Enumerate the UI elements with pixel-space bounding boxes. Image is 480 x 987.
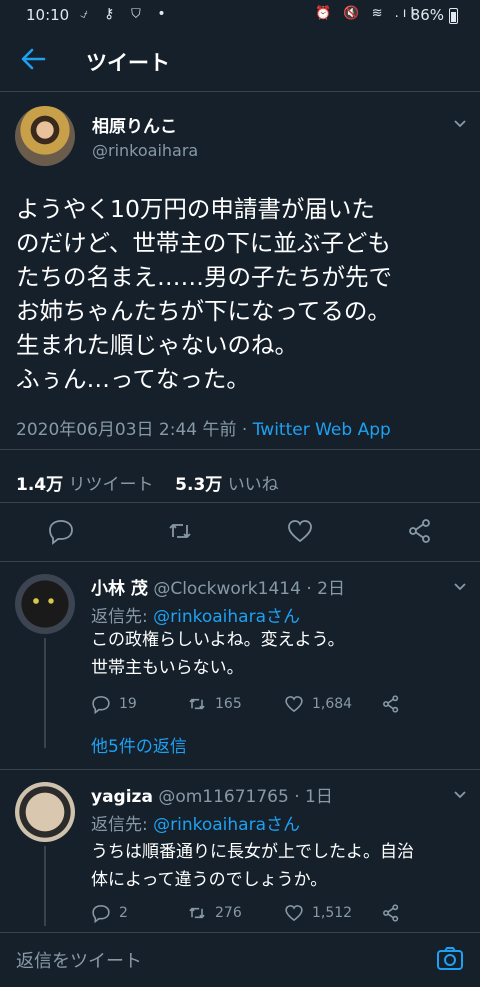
retweet-count[interactable]: 1.4万	[16, 475, 63, 495]
reply-action[interactable]: 19	[91, 694, 137, 714]
reply-icon	[92, 696, 110, 714]
reply-text: この政権らしいよね。変えよう。 世帯主もいらない。	[91, 630, 345, 678]
like-count: 1,684	[312, 696, 353, 712]
like-count: 1,512	[312, 905, 353, 921]
share-action[interactable]	[381, 903, 401, 923]
like-icon	[285, 905, 303, 922]
thread-line	[44, 846, 46, 926]
share-icon	[383, 695, 399, 713]
divider	[0, 449, 480, 450]
mention-link[interactable]: @rinkoaiharaさん	[153, 815, 300, 835]
avatar[interactable]	[15, 782, 75, 842]
status-time: 10:10	[26, 6, 70, 24]
reply-count: 19	[119, 696, 137, 712]
page-title: ツイート	[86, 51, 170, 75]
avatar[interactable]	[15, 574, 75, 634]
retweet-action[interactable]: 165	[187, 694, 242, 714]
tweet-stats: 1.4万 リツイート 5.3万 いいね	[16, 470, 279, 495]
reply-compose-bar[interactable]: 返信をツイート	[0, 932, 480, 987]
reply-action[interactable]: 2	[91, 903, 128, 923]
share-icon	[383, 904, 399, 922]
system-icons: ⏰ 🔇 ≋ .ıl	[314, 6, 418, 21]
share-action[interactable]	[381, 694, 401, 714]
author-handle[interactable]: @rinkoaihara	[92, 141, 198, 160]
like-action[interactable]: 1,512	[284, 903, 352, 923]
reply-tweet[interactable]: yagiza @om11671765 · 1日 返信先: @rinkoaihar…	[0, 770, 480, 930]
reply-header: yagiza @om11671765 · 1日	[91, 782, 333, 807]
thread-line	[44, 638, 46, 748]
battery-icon	[449, 8, 458, 24]
reply-author-name[interactable]: yagiza	[91, 787, 153, 807]
retweet-label[interactable]: リツイート	[69, 475, 154, 495]
avatar[interactable]	[15, 106, 75, 166]
like-action[interactable]: 1,684	[284, 694, 352, 714]
retweet-icon	[189, 907, 205, 919]
tweet-meta: 2020年06月03日 2:44 午前 · Twitter Web App	[16, 415, 391, 440]
reply-to: 返信先: @rinkoaiharaさん	[91, 602, 300, 627]
reply-header: 小林 茂 @Clockwork1414 · 2日	[91, 574, 345, 599]
reply-icon	[92, 905, 110, 923]
reply-to-label: 返信先:	[91, 815, 154, 835]
battery-percent: 86%	[410, 6, 444, 24]
reply-text: うちは順番通りに長女が上でしたよ。自治 体によって違うのでしょうか。	[91, 842, 414, 890]
author-name[interactable]: 相原りんこ	[92, 112, 177, 137]
tweet-actions	[0, 517, 480, 547]
retweet-count: 276	[215, 905, 242, 921]
tweet-source-link[interactable]: Twitter Web App	[253, 420, 391, 440]
reply-to-label: 返信先:	[91, 607, 154, 627]
tweet-text: ようやく10万円の申請書が届いた のだけど、世帯主の下に並ぶ子ども たちの名まえ…	[16, 195, 392, 393]
reply-author-handle[interactable]: @om11671765 · 1日	[158, 787, 333, 807]
top-bar: ツイート	[0, 30, 480, 92]
reply-tweet[interactable]: 小林 茂 @Clockwork1414 · 2日 返信先: @rinkoaiha…	[0, 562, 480, 768]
reply-to: 返信先: @rinkoaiharaさん	[91, 810, 300, 835]
status-bar: 10:10 ⍻ ⚷ ⛉ • ⏰ 🔇 ≋ .ıl 86%	[0, 0, 480, 30]
reply-author-name[interactable]: 小林 茂	[91, 579, 148, 599]
reply-icon[interactable]	[47, 517, 75, 545]
like-count[interactable]: 5.3万	[175, 475, 222, 495]
like-label[interactable]: いいね	[228, 475, 279, 495]
like-icon[interactable]	[286, 517, 314, 545]
more-replies-link[interactable]: 他5件の返信	[91, 732, 187, 757]
retweet-action[interactable]: 276	[187, 903, 242, 923]
reply-count: 2	[119, 905, 128, 921]
divider	[0, 502, 480, 503]
camera-icon[interactable]	[436, 945, 464, 973]
reply-actions: 19 165 1,684	[91, 694, 421, 716]
share-icon[interactable]	[406, 517, 434, 545]
chevron-down-icon[interactable]	[453, 580, 467, 594]
chevron-down-icon[interactable]	[453, 117, 467, 131]
mention-link[interactable]: @rinkoaiharaさん	[153, 607, 300, 627]
reply-author-handle[interactable]: @Clockwork1414 · 2日	[153, 579, 345, 599]
tweet-date: 2020年06月03日 2:44 午前 ·	[16, 420, 253, 440]
retweet-icon[interactable]	[166, 517, 194, 545]
retweet-count: 165	[215, 696, 242, 712]
chevron-down-icon[interactable]	[453, 788, 467, 802]
back-arrow-icon[interactable]	[20, 44, 46, 74]
retweet-icon	[189, 698, 205, 710]
notification-icons: ⍻ ⚷ ⛉ •	[80, 6, 172, 22]
like-icon	[285, 696, 303, 713]
reply-actions: 2 276 1,512	[91, 903, 421, 925]
reply-input[interactable]: 返信をツイート	[16, 947, 142, 973]
